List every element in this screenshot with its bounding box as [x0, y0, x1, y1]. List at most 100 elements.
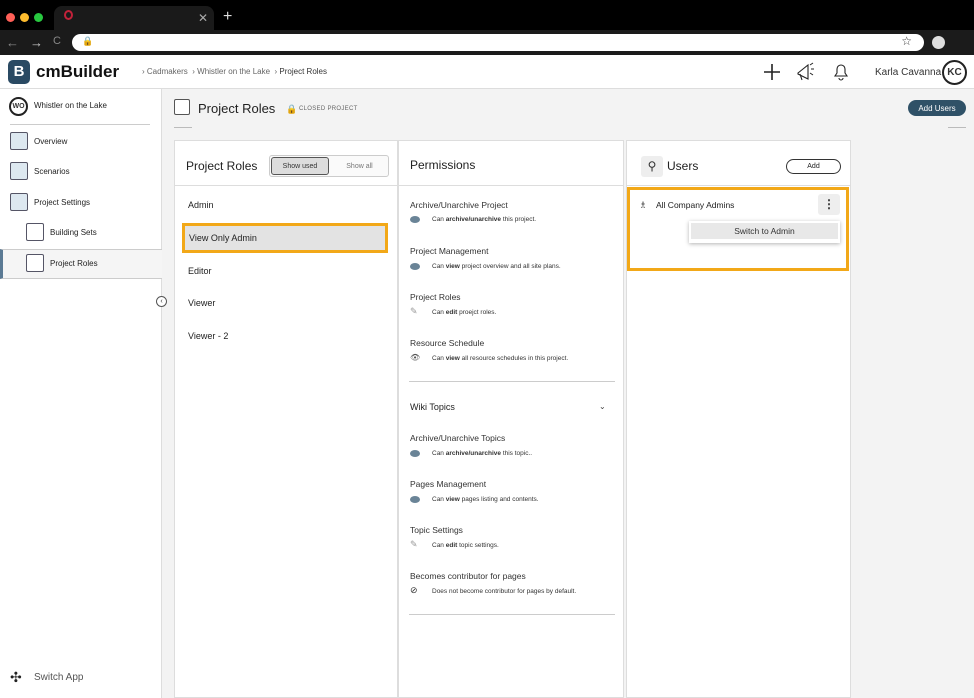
project-avatar[interactable]: WO [9, 97, 28, 116]
browser-tab[interactable]: ✕ [54, 6, 214, 30]
add-users-button[interactable]: Add Users [908, 100, 966, 116]
role-item-view-only-admin[interactable]: View Only Admin [182, 223, 388, 253]
permission-desc: Does not become contributor for pages by… [432, 588, 577, 595]
permission-desc: Can archive/unarchive this topic.. [432, 450, 533, 457]
breadcrumb-current: Project Roles [279, 67, 327, 76]
permission-desc: Can view project overview and all site p… [432, 263, 561, 270]
profile-icon[interactable] [932, 36, 945, 49]
permission-group-title: Project Roles [410, 292, 461, 302]
project-status-badge: CLOSED PROJECT [299, 106, 358, 112]
user-context-menu: Switch to Admin [689, 221, 840, 243]
scenarios-icon [10, 162, 28, 180]
add-user-button[interactable]: Add [786, 159, 841, 174]
breadcrumb-project[interactable]: Whistler on the Lake [197, 67, 270, 76]
lock-icon: 🔒 [82, 36, 94, 46]
sidebar-item-label: Building Sets [50, 228, 97, 237]
permission-desc: Can edit proejct roles. [432, 309, 497, 316]
permission-desc: Can view pages listing and contents. [432, 496, 539, 503]
role-filter-toggle: Show used Show all [269, 155, 389, 177]
roles-icon [26, 254, 44, 272]
megaphone-icon[interactable] [795, 61, 815, 81]
bell-icon[interactable] [832, 61, 850, 81]
role-item-admin[interactable]: Admin [188, 200, 214, 210]
switch-app-icon[interactable]: ✣ [10, 669, 22, 686]
lock-icon: 🔒 [286, 104, 298, 114]
bookmark-star-icon[interactable]: ☆ [901, 34, 912, 48]
plus-icon[interactable] [764, 64, 780, 80]
info-icon [410, 263, 420, 270]
settings-icon [10, 193, 28, 211]
forward-icon[interactable]: → [30, 35, 43, 50]
sidebar-item-scenarios[interactable]: Scenarios [0, 158, 162, 186]
switch-app-link[interactable]: Switch App [34, 672, 83, 683]
address-bar-row: ← → C 🔒 ☆ [0, 30, 974, 55]
sidebar-item-label: Project Settings [34, 198, 91, 207]
back-icon[interactable]: ← [6, 35, 19, 50]
sidebar-item-label: Overview [34, 137, 68, 146]
divider [175, 185, 397, 186]
divider [10, 124, 150, 125]
sidebar-item-label: Scenarios [34, 167, 70, 176]
sidebar-item-project-roles[interactable]: Project Roles [0, 249, 162, 279]
not-allowed-icon: ⊘ [410, 585, 418, 595]
sidebar: WO Whistler on the Lake Overview Scenari… [0, 89, 162, 698]
permission-group-title: Pages Management [410, 479, 487, 489]
permission-group-title: Resource Schedule [410, 338, 485, 348]
overview-icon [10, 132, 28, 150]
eye-icon: 👁 [410, 353, 421, 362]
divider [409, 614, 615, 615]
divider [399, 185, 623, 186]
brand-name: cmBuilder [36, 62, 120, 81]
edit-icon: ✎ [410, 306, 418, 316]
opera-icon [64, 10, 73, 20]
maximize-window-button[interactable] [34, 13, 43, 22]
admin-group-icon: ♗ [639, 200, 648, 210]
permission-desc: Can view all resource schedules in this … [432, 355, 569, 362]
permissions-panel: Permissions Archive/Unarchive Project Ca… [398, 140, 624, 698]
sidebar-item-building-sets[interactable]: Building Sets [0, 219, 162, 247]
cmbuilder-logo: B [8, 60, 30, 84]
collapse-sidebar-icon[interactable]: ‹ [156, 296, 167, 307]
title-underline [948, 127, 966, 128]
show-all-button[interactable]: Show all [332, 157, 387, 175]
info-icon [410, 216, 420, 223]
permission-group-title: Topic Settings [410, 525, 463, 535]
permission-group-title: Archive/Unarchive Project [410, 200, 508, 210]
reload-icon[interactable]: C [53, 35, 61, 47]
info-icon [410, 450, 420, 457]
building-icon [26, 223, 44, 241]
tab-close-icon[interactable]: ✕ [198, 11, 208, 25]
sidebar-item-overview[interactable]: Overview [0, 128, 162, 156]
role-item-viewer-2[interactable]: Viewer - 2 [188, 331, 228, 341]
edit-icon: ✎ [410, 539, 418, 549]
user-name[interactable]: Karla Cavanna [875, 67, 941, 78]
show-used-button[interactable]: Show used [271, 157, 329, 175]
project-roles-icon [174, 99, 190, 115]
search-icon[interactable]: ⚲ [641, 156, 663, 177]
close-window-button[interactable] [6, 13, 15, 22]
info-icon [410, 496, 420, 503]
url-field[interactable]: 🔒 ☆ [72, 34, 924, 51]
more-options-icon[interactable]: ⋮ [818, 194, 840, 215]
new-tab-button[interactable]: + [223, 8, 232, 26]
minimize-window-button[interactable] [20, 13, 29, 22]
wiki-topics-header[interactable]: Wiki Topics [410, 402, 455, 412]
users-panel: ⚲ Users Add ♗ All Company Admins ⋮ Switc… [626, 140, 851, 698]
page-title: Project Roles [198, 101, 276, 116]
sidebar-item-label: Project Roles [50, 259, 98, 268]
permission-desc: Can archive/unarchive this project. [432, 216, 537, 223]
project-roles-panel: Project Roles Show used Show all Admin V… [174, 140, 398, 698]
role-item-viewer[interactable]: Viewer [188, 298, 215, 308]
panel-title: Users [667, 159, 699, 173]
panel-title: Project Roles [186, 159, 258, 173]
role-label: View Only Admin [189, 233, 257, 243]
switch-to-admin-menu-item[interactable]: Switch to Admin [691, 223, 838, 239]
sidebar-item-project-settings[interactable]: Project Settings [0, 189, 162, 217]
breadcrumb-company[interactable]: Cadmakers [147, 67, 188, 76]
role-item-editor[interactable]: Editor [188, 266, 212, 276]
project-name[interactable]: Whistler on the Lake [34, 101, 107, 110]
user-name[interactable]: All Company Admins [656, 200, 734, 210]
chevron-down-icon[interactable]: ⌄ [599, 402, 606, 411]
app-header: B cmBuilder › Cadmakers › Whistler on th… [0, 55, 974, 89]
user-avatar[interactable]: KC [942, 60, 967, 85]
